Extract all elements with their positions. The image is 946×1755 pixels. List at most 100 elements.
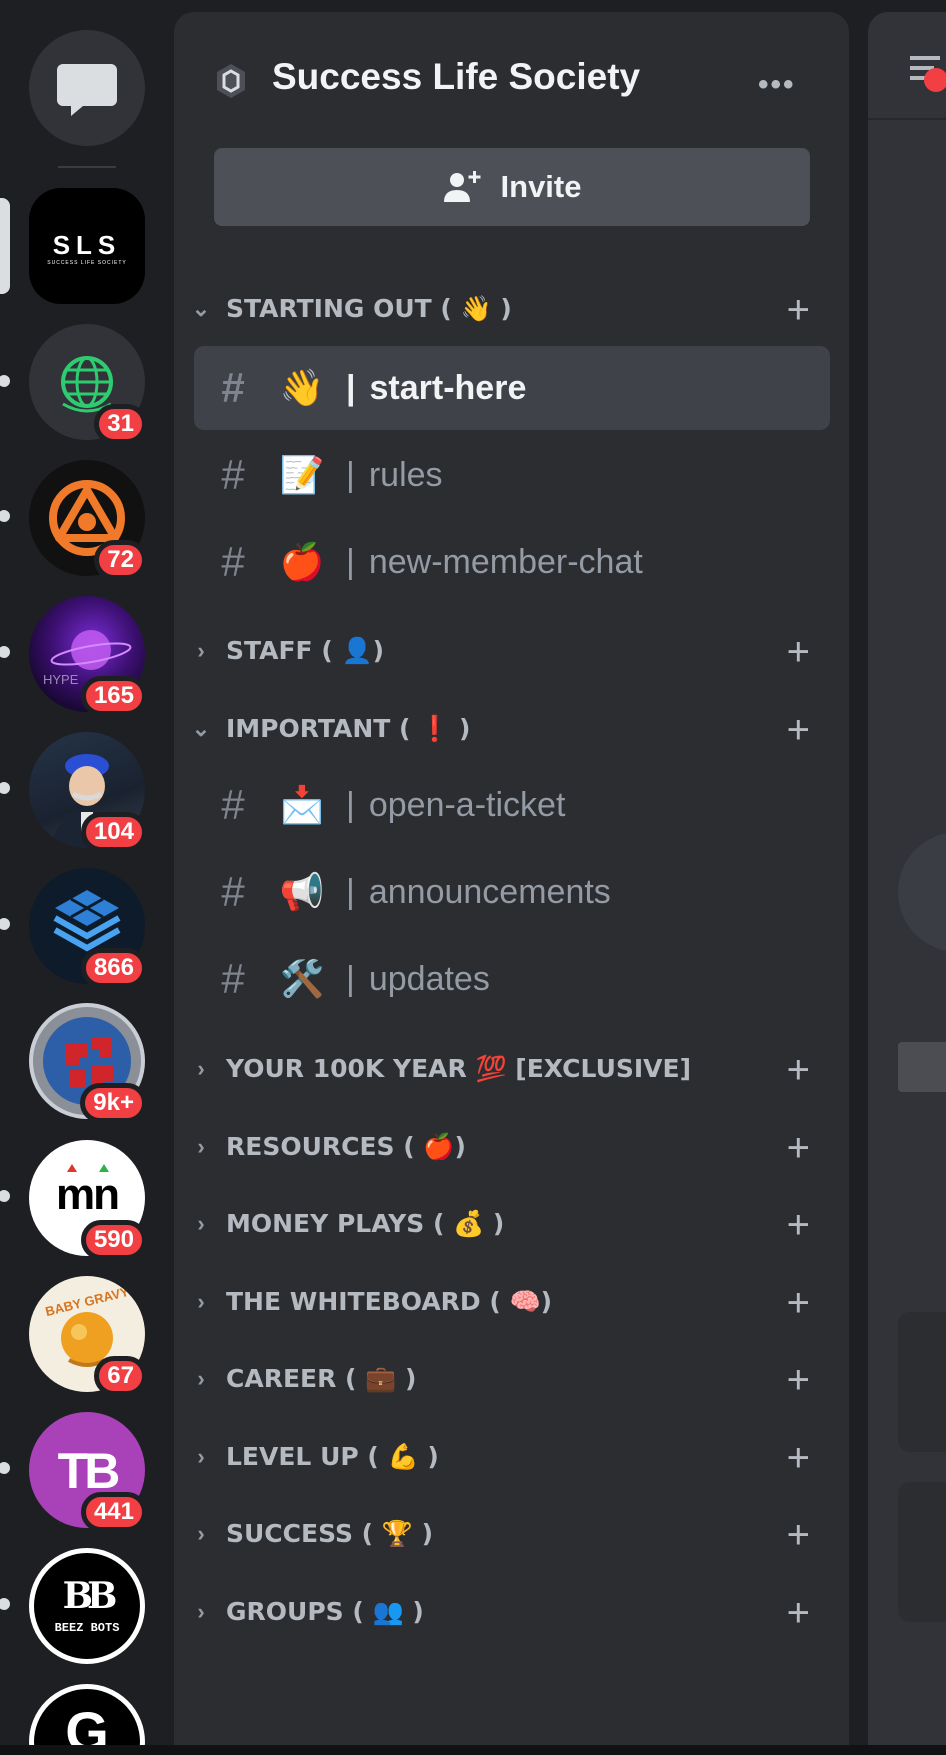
channel-name: announcements: [368, 872, 611, 911]
bottom-edge: [0, 1745, 946, 1755]
create-channel-plus-icon[interactable]: +: [787, 1048, 810, 1093]
chevron-right-icon: ›: [197, 1521, 205, 1546]
unread-badge: 9k+: [80, 1083, 147, 1123]
category-label: IMPORTANT ( ❗ ): [226, 714, 471, 743]
server-beez-bots[interactable]: BB BEEZ BOTS: [29, 1548, 145, 1664]
server-mn[interactable]: mn 590: [29, 1140, 147, 1260]
create-channel-plus-icon[interactable]: +: [787, 1126, 810, 1171]
create-channel-plus-icon[interactable]: +: [787, 1513, 810, 1558]
channel-rules[interactable]: # 📝 | rules: [194, 433, 830, 517]
mn-logo-text: mn: [56, 1170, 120, 1219]
server-portrait[interactable]: 104: [29, 732, 147, 852]
channel-name: rules: [368, 455, 443, 494]
create-channel-plus-icon[interactable]: +: [787, 708, 810, 753]
category-label: MONEY PLAYS ( 💰 ): [226, 1209, 505, 1238]
channel-announcements[interactable]: # 📢 | announcements: [194, 850, 830, 934]
discord-app: SLS SUCCESS LIFE SOCIETY 31 72 HYPE 165 …: [0, 0, 946, 1755]
chevron-down-icon: ⌄: [191, 296, 211, 321]
separator: |: [346, 368, 356, 407]
unread-badge: 165: [80, 676, 147, 716]
create-channel-plus-icon[interactable]: +: [787, 630, 810, 675]
unread-badge: 31: [94, 404, 147, 444]
create-channel-plus-icon[interactable]: +: [787, 1281, 810, 1326]
channel-updates[interactable]: # 🛠️ | updates: [194, 937, 830, 1021]
create-channel-plus-icon[interactable]: +: [787, 1358, 810, 1403]
unread-indicator: [0, 646, 10, 658]
category-money-plays[interactable]: › MONEY PLAYS ( 💰 ) +: [188, 1199, 828, 1249]
unread-indicator: [0, 1190, 10, 1202]
channel-name: start-here: [369, 368, 527, 407]
category-important[interactable]: ⌄ IMPORTANT ( ❗ ) +: [188, 704, 828, 754]
create-channel-plus-icon[interactable]: +: [787, 288, 810, 333]
channel-emoji: 📝: [279, 455, 325, 496]
server-sls[interactable]: SLS SUCCESS LIFE SOCIETY: [29, 188, 145, 304]
category-the-whiteboard[interactable]: › THE WHITEBOARD ( 🧠) +: [188, 1277, 828, 1327]
rail-divider: [58, 166, 116, 168]
unread-indicator: [0, 375, 10, 387]
unread-indicator: [0, 510, 10, 522]
chevron-right-icon: ›: [197, 638, 205, 663]
active-server-indicator: [0, 198, 10, 294]
chevron-right-icon: ›: [197, 1056, 205, 1081]
hash-icon: #: [221, 364, 245, 411]
category-success[interactable]: › SUCCESS ( 🏆 ) +: [188, 1509, 828, 1559]
hype-label: HYPE: [43, 672, 79, 687]
unread-badge: 104: [80, 812, 147, 852]
hash-icon: #: [221, 538, 245, 585]
server-tb[interactable]: TB 441: [29, 1412, 147, 1532]
hash-icon: #: [221, 955, 245, 1002]
create-channel-plus-icon[interactable]: +: [787, 1436, 810, 1481]
unread-indicator: [0, 1462, 10, 1474]
channel-name: updates: [368, 959, 490, 998]
category-groups[interactable]: › GROUPS ( 👥 ) +: [188, 1587, 828, 1637]
category-starting-out[interactable]: ⌄ STARTING OUT ( 👋 ) +: [188, 284, 828, 334]
invite-button[interactable]: Invite: [214, 148, 810, 226]
unread-badge: 866: [80, 948, 147, 988]
direct-messages-button[interactable]: [29, 30, 145, 146]
chat-area-peek: [868, 12, 946, 1755]
channel-new-member-chat[interactable]: # 🍎 | new-member-chat: [194, 520, 830, 604]
server-cube[interactable]: 866: [29, 868, 147, 988]
separator: |: [346, 872, 355, 911]
create-channel-plus-icon[interactable]: +: [787, 1591, 810, 1636]
server-triangle[interactable]: 72: [29, 460, 147, 580]
category-label: STAFF ( 👤): [226, 636, 385, 665]
chevron-right-icon: ›: [197, 1599, 205, 1624]
separator: |: [346, 785, 355, 824]
server-boost-icon[interactable]: [212, 62, 250, 100]
more-options-button[interactable]: •••: [758, 68, 814, 101]
channel-open-a-ticket[interactable]: # 📩 | open-a-ticket: [194, 763, 830, 847]
channel-emoji: 🍎: [279, 542, 325, 583]
channel-list-panel: Success Life Society ••• Invite ⌄ STARTI…: [174, 12, 849, 1755]
category-your-100k-year[interactable]: › YOUR 100K YEAR 💯 [EXCLUSIVE] +: [188, 1044, 828, 1094]
server-hype[interactable]: HYPE 165: [29, 596, 147, 716]
chevron-right-icon: ›: [197, 1134, 205, 1159]
channel-emoji: 📢: [279, 872, 325, 913]
threads-icon[interactable]: [906, 46, 946, 106]
invite-label: Invite: [500, 169, 582, 204]
hash-icon: #: [221, 451, 245, 498]
category-label: CAREER ( 💼 ): [226, 1364, 417, 1393]
category-label: THE WHITEBOARD ( 🧠): [226, 1287, 553, 1316]
unread-badge: 67: [94, 1356, 147, 1396]
category-staff[interactable]: › STAFF ( 👤) +: [188, 626, 828, 676]
server-name[interactable]: Success Life Society: [272, 56, 640, 98]
chevron-right-icon: ›: [197, 1444, 205, 1469]
category-resources[interactable]: › RESOURCES ( 🍎) +: [188, 1122, 828, 1172]
server-red-logo[interactable]: 9k+: [29, 1003, 147, 1123]
category-label: GROUPS ( 👥 ): [226, 1597, 424, 1626]
create-channel-plus-icon[interactable]: +: [787, 1203, 810, 1248]
channel-start-here[interactable]: # 👋 | start-here: [194, 346, 830, 430]
server-baby-gravy[interactable]: BABY GRAVY 67: [29, 1276, 147, 1396]
category-career[interactable]: › CAREER ( 💼 ) +: [188, 1354, 828, 1404]
bb-monogram: BB: [62, 1575, 118, 1617]
unread-badge: 590: [80, 1220, 147, 1260]
server-rail: SLS SUCCESS LIFE SOCIETY 31 72 HYPE 165 …: [0, 0, 174, 1755]
separator: |: [346, 542, 355, 581]
chat-topbar: [868, 12, 946, 120]
chevron-right-icon: ›: [197, 1211, 205, 1236]
category-level-up[interactable]: › LEVEL UP ( 💪 ) +: [188, 1432, 828, 1482]
red-arrow-icon: [67, 1164, 77, 1172]
welcome-card: [898, 1312, 946, 1452]
server-globe[interactable]: 31: [29, 324, 147, 444]
